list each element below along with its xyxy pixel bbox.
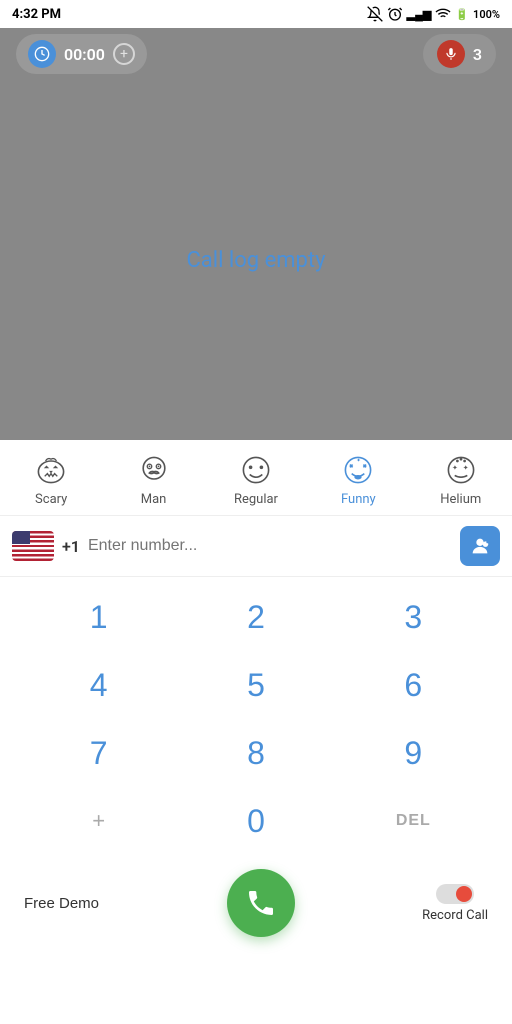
contact-icon — [469, 535, 491, 557]
key-8[interactable]: 8 — [206, 721, 306, 785]
contact-button[interactable] — [460, 526, 500, 566]
status-time: 4:32 PM — [12, 7, 61, 22]
call-log-area: Call log empty — [0, 80, 512, 440]
voice-filter-regular[interactable]: Regular — [216, 452, 296, 507]
key-4[interactable]: 4 — [49, 653, 149, 717]
voice-filter-scary-label: Scary — [35, 492, 67, 507]
keypad-row-2: 4 5 6 — [20, 653, 492, 717]
voice-filter-regular-label: Regular — [234, 492, 278, 507]
battery-icon: 🔋 — [455, 8, 469, 21]
call-button[interactable] — [227, 869, 295, 937]
key-plus[interactable]: + — [49, 789, 149, 853]
key-3[interactable]: 3 — [363, 585, 463, 649]
timer-value: 00:00 — [64, 45, 105, 64]
mic-icon — [437, 40, 465, 68]
action-bar: Free Demo Record Call — [0, 857, 512, 953]
funny-face-icon: ✦ — [340, 452, 376, 488]
notification-icon — [367, 6, 383, 22]
status-bar: 4:32 PM ▂▄▆ 🔋 100% — [0, 0, 512, 28]
bottom-panel: Scary Man — [0, 440, 512, 953]
key-0[interactable]: 0 — [206, 789, 306, 853]
helium-face-icon: ✦ ✦ — [443, 452, 479, 488]
record-call-section: Record Call — [422, 884, 488, 923]
free-demo-button[interactable]: Free Demo — [24, 895, 99, 912]
mic-pill: 3 — [423, 34, 496, 74]
alarm-icon — [387, 6, 403, 22]
voice-filter-scary[interactable]: Scary — [11, 452, 91, 507]
country-code: +1 — [62, 537, 80, 556]
voice-filter-helium[interactable]: ✦ ✦ Helium — [421, 452, 501, 507]
svg-text:✦: ✦ — [463, 463, 469, 472]
keypad-row-1: 1 2 3 — [20, 585, 492, 649]
voice-filter-funny[interactable]: ✦ Funny — [318, 452, 398, 507]
us-flag — [12, 531, 54, 561]
key-1[interactable]: 1 — [49, 585, 149, 649]
svg-text:✦: ✦ — [357, 458, 362, 464]
toggle-track — [436, 884, 474, 904]
timer-icon — [28, 40, 56, 68]
wifi-icon — [435, 6, 451, 22]
voice-filter-bar: Scary Man — [0, 440, 512, 516]
battery-percent: 100% — [473, 8, 500, 21]
key-6[interactable]: 6 — [363, 653, 463, 717]
timer-plus-button[interactable]: + — [113, 43, 135, 65]
voice-filter-funny-label: Funny — [341, 492, 376, 507]
status-icons: ▂▄▆ 🔋 100% — [367, 6, 500, 22]
phone-number-input[interactable] — [88, 537, 452, 555]
call-icon — [245, 887, 277, 919]
key-9[interactable]: 9 — [363, 721, 463, 785]
keypad-row-4: + 0 DEL — [20, 789, 492, 853]
key-del[interactable]: DEL — [363, 789, 463, 853]
clock-icon — [34, 46, 50, 62]
voice-filter-man-label: Man — [141, 492, 167, 507]
record-toggle[interactable] — [436, 884, 474, 904]
toggle-knob — [456, 886, 472, 902]
scary-face-icon — [33, 452, 69, 488]
timer-pill: 00:00 + — [16, 34, 147, 74]
call-log-empty-text: Call log empty — [186, 248, 325, 273]
voice-filter-man[interactable]: Man — [114, 452, 194, 507]
key-7[interactable]: 7 — [49, 721, 149, 785]
svg-text:✦: ✦ — [452, 463, 458, 472]
key-2[interactable]: 2 — [206, 585, 306, 649]
record-call-label: Record Call — [422, 908, 488, 923]
signal-icon: ▂▄▆ — [407, 8, 432, 21]
microphone-icon — [444, 47, 458, 61]
keypad: 1 2 3 4 5 6 7 8 9 + 0 DEL — [0, 577, 512, 853]
key-5[interactable]: 5 — [206, 653, 306, 717]
regular-face-icon — [238, 452, 274, 488]
man-face-icon — [136, 452, 172, 488]
country-flag[interactable] — [12, 531, 54, 561]
mic-count: 3 — [473, 45, 482, 64]
voice-filter-helium-label: Helium — [440, 492, 481, 507]
top-bar: 00:00 + 3 — [0, 28, 512, 80]
dialer-input-row: +1 — [0, 516, 512, 577]
keypad-row-3: 7 8 9 — [20, 721, 492, 785]
